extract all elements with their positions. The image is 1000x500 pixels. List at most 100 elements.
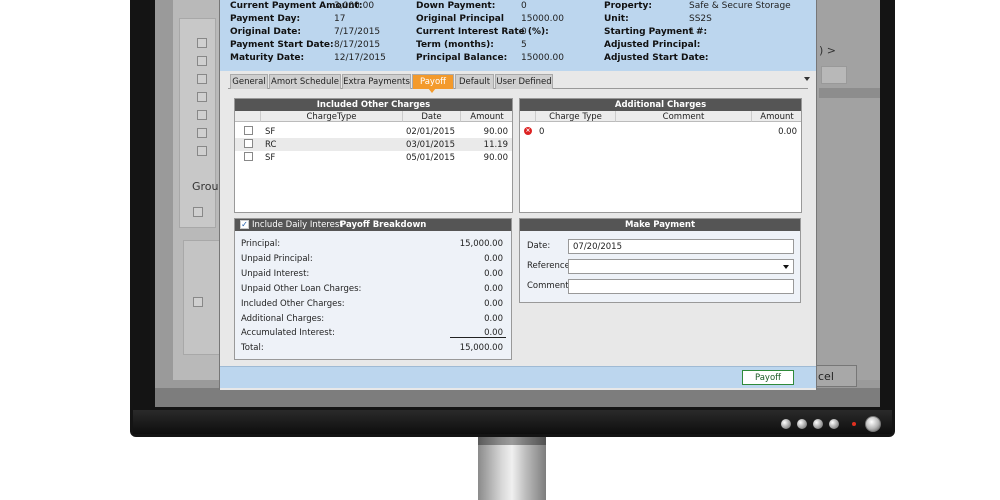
monitor-bottom-bezel (133, 410, 892, 434)
column-header-comment[interactable]: Comment (616, 111, 752, 122)
breakdown-total-label: Total: (241, 343, 264, 353)
background-right-bar (819, 88, 880, 98)
info-value: SS2S (689, 14, 712, 24)
column-header-date[interactable]: Date (403, 111, 461, 122)
row-checkbox[interactable] (244, 126, 253, 135)
monitor-stand-shadow (478, 437, 546, 445)
column-header-charge-type[interactable]: Charge Type (536, 111, 616, 122)
tab-user-defined[interactable]: User Defined (495, 74, 553, 89)
charge-amount: 90.00 (483, 127, 508, 137)
charge-type: SF (265, 153, 276, 163)
breakdown-label: Accumulated Interest: (241, 328, 335, 338)
breakdown-header: ✓ Include Daily Interest Payoff Breakdow… (235, 219, 511, 231)
dialog-footer: Payoff (220, 366, 816, 388)
charge-type: SF (265, 127, 276, 137)
info-value: 8/17/2015 (334, 40, 381, 50)
background-checkbox (197, 128, 207, 138)
payoff-breakdown-panel: ✓ Include Daily Interest Payoff Breakdow… (234, 218, 512, 360)
breakdown-value: 0.00 (484, 284, 503, 294)
info-label: Term (months): (416, 40, 494, 50)
background-group-label: Grou (192, 180, 219, 193)
include-daily-interest-label: Include Daily Interest (252, 220, 343, 230)
background-nav-arrow: ) > (819, 44, 837, 57)
date-input[interactable]: 07/20/2015 (568, 239, 794, 254)
background-right-panel (817, 0, 880, 380)
reference-select[interactable] (568, 259, 794, 274)
info-value: 15000.00 (521, 53, 564, 63)
tab-bar: General Amort Schedule Extra Payments Pa… (228, 73, 810, 93)
breakdown-label: Additional Charges: (241, 314, 325, 324)
monitor-button-1 (781, 419, 791, 429)
table-row[interactable]: SF 02/01/2015 90.00 (235, 125, 512, 138)
tab-overflow-arrow-icon[interactable] (804, 77, 810, 81)
included-other-charges-panel: Included Other Charges ChargeType Date A… (234, 98, 513, 213)
tab-amort-schedule[interactable]: Amort Schedule (269, 74, 341, 89)
breakdown-value: 0.00 (484, 299, 503, 309)
background-checkbox (197, 92, 207, 102)
table-row[interactable]: × 0 0.00 (520, 125, 801, 138)
date-label: Date: (527, 241, 551, 251)
info-value: 17 (334, 14, 346, 24)
total-divider (450, 337, 506, 338)
info-label: Original Principal (416, 14, 504, 24)
tab-general[interactable]: General (230, 74, 268, 89)
background-checkbox (193, 297, 203, 307)
info-value: 0 (521, 27, 527, 37)
tab-extra-payments[interactable]: Extra Payments (342, 74, 411, 89)
reference-label: Reference: (527, 261, 573, 271)
charge-date: 03/01/2015 (406, 140, 455, 150)
breakdown-value: 0.00 (484, 269, 503, 279)
payoff-button[interactable]: Payoff (742, 370, 794, 385)
column-header-select (235, 111, 261, 122)
info-label: Down Payment: (416, 1, 496, 11)
background-checkbox (197, 74, 207, 84)
column-header-chargetype[interactable]: ChargeType (261, 111, 403, 122)
column-header-amount[interactable]: Amount (461, 111, 512, 122)
charge-type: RC (265, 140, 277, 150)
tab-default[interactable]: Default (455, 74, 494, 89)
tab-payoff[interactable]: Payoff (412, 74, 454, 89)
info-label: Property: (604, 1, 652, 11)
comment-label: Comment: (527, 281, 572, 291)
table-row[interactable]: SF 05/01/2015 90.00 (235, 151, 512, 164)
panel-title: Included Other Charges (235, 99, 512, 111)
additional-charges-panel: Additional Charges Charge Type Comment A… (519, 98, 802, 213)
breakdown-value: 0.00 (484, 314, 503, 324)
info-label: Original Date: (230, 27, 301, 37)
column-header-amount[interactable]: Amount (752, 111, 801, 122)
background-right-box (821, 66, 847, 84)
breakdown-value: 0.00 (484, 254, 503, 264)
panel-title: Make Payment (520, 219, 800, 231)
loan-payoff-dialog: Current Payment Amount: 3,000.00 Payment… (219, 0, 817, 390)
charge-date: 02/01/2015 (406, 127, 455, 137)
info-label: Unit: (604, 14, 629, 24)
background-checkbox (197, 110, 207, 120)
breakdown-label: Unpaid Interest: (241, 269, 310, 279)
info-label: Payment Day: (230, 14, 301, 24)
charge-amount: 90.00 (483, 153, 508, 163)
comment-input[interactable] (568, 279, 794, 294)
info-value: Safe & Secure Storage (689, 1, 791, 11)
row-checkbox[interactable] (244, 139, 253, 148)
breakdown-title: Payoff Breakdown (340, 220, 427, 230)
chevron-down-icon[interactable] (783, 265, 789, 269)
power-button (865, 416, 881, 432)
include-daily-interest-checkbox[interactable]: ✓ (240, 220, 249, 229)
info-value: 1 (689, 27, 695, 37)
info-label: Adjusted Start Date: (604, 53, 709, 63)
delete-icon[interactable]: × (524, 127, 532, 135)
background-cancel-button: cel (811, 365, 857, 387)
table-row[interactable]: RC 03/01/2015 11.19 (235, 138, 512, 151)
loan-info-header: Current Payment Amount: 3,000.00 Payment… (220, 0, 816, 71)
screen: Grou ) > cel Current Payment Amount: 3,0… (155, 0, 880, 407)
info-label: Adjusted Principal: (604, 40, 701, 50)
row-checkbox[interactable] (244, 152, 253, 161)
active-tab-indicator (428, 88, 436, 93)
monitor-button-2 (797, 419, 807, 429)
background-checkbox (197, 146, 207, 156)
charge-date: 05/01/2015 (406, 153, 455, 163)
monitor-stand (478, 437, 546, 500)
breakdown-total-value: 15,000.00 (459, 343, 503, 353)
info-value: 7/17/2015 (334, 27, 381, 37)
breakdown-label: Included Other Charges: (241, 299, 345, 309)
